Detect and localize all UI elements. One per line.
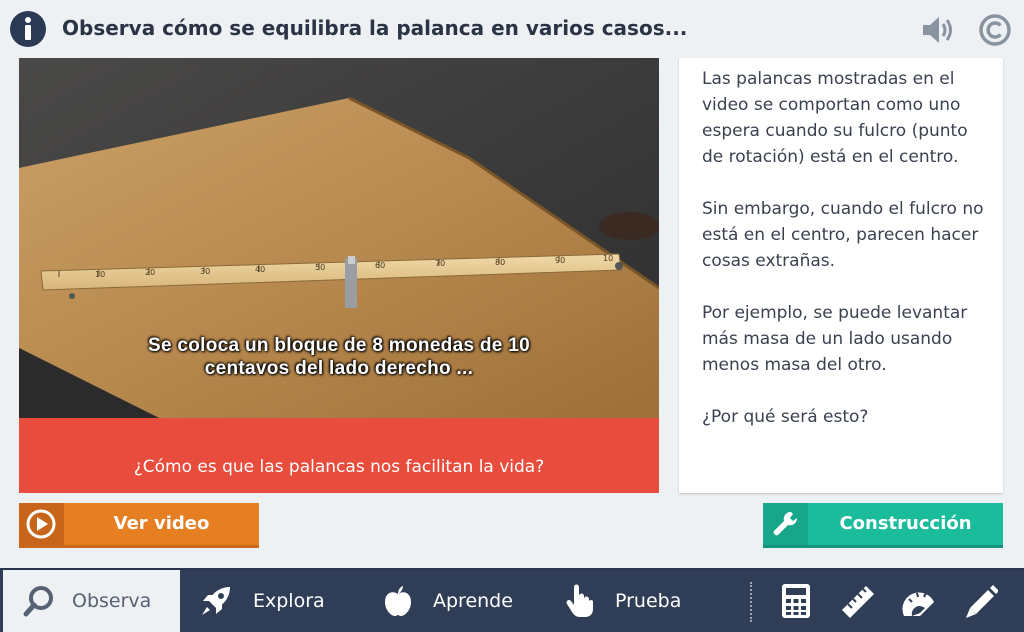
question-text: ¿Cómo es que las palancas nos facilitan … bbox=[133, 457, 545, 477]
play-icon bbox=[19, 503, 64, 545]
svg-text:90: 90 bbox=[555, 256, 565, 265]
paragraph: ¿Por qué será esto? bbox=[702, 407, 869, 427]
nav-label: Aprende bbox=[433, 590, 513, 612]
ruler-icon[interactable] bbox=[840, 582, 876, 620]
svg-text:10: 10 bbox=[603, 254, 613, 263]
paragraph: Las palancas mostradas en el video se co… bbox=[702, 69, 968, 167]
watch-video-label: Ver video bbox=[113, 513, 210, 534]
svg-text:20: 20 bbox=[145, 268, 155, 277]
nav-tab-aprende[interactable]: Aprende bbox=[372, 570, 532, 632]
question-banner: ¿Cómo es que las palancas nos facilitan … bbox=[19, 418, 659, 493]
subtitle-line: Se coloca un bloque de 8 monedas de 10 bbox=[147, 335, 530, 356]
protractor-icon[interactable] bbox=[900, 582, 936, 620]
nav-label: Observa bbox=[72, 590, 152, 612]
speaker-icon[interactable] bbox=[920, 14, 956, 46]
video-player[interactable]: 10 20 30 40 50 60 70 80 90 10 Se coloca … bbox=[19, 58, 659, 418]
nav-label: Explora bbox=[253, 590, 325, 612]
svg-text:10: 10 bbox=[95, 270, 105, 279]
copyright-icon[interactable] bbox=[978, 13, 1012, 47]
svg-text:40: 40 bbox=[255, 265, 265, 274]
subtitle-line: centavos del lado derecho ... bbox=[204, 358, 474, 379]
construction-label: Construcción bbox=[839, 513, 972, 534]
svg-text:50: 50 bbox=[315, 263, 325, 272]
rocket-icon bbox=[198, 583, 234, 619]
nav-tab-prueba[interactable]: Prueba bbox=[556, 570, 706, 632]
watch-video-button[interactable]: Ver video bbox=[19, 503, 259, 548]
page-title: Observa cómo se equilibra la palanca en … bbox=[62, 16, 688, 40]
wrench-icon bbox=[763, 503, 808, 545]
construction-button[interactable]: Construcción bbox=[763, 503, 1003, 548]
paragraph: Sin embargo, cuando el fulcro no está en… bbox=[702, 199, 984, 271]
pencil-icon[interactable] bbox=[962, 582, 999, 620]
info-icon[interactable] bbox=[10, 11, 46, 47]
paragraph: Por ejemplo, se puede levantar más masa … bbox=[702, 303, 968, 375]
calculator-icon[interactable] bbox=[778, 582, 814, 620]
svg-text:30: 30 bbox=[200, 267, 210, 276]
nav-label: Prueba bbox=[615, 590, 682, 612]
svg-text:60: 60 bbox=[375, 261, 385, 270]
video-subtitle: Se coloca un bloque de 8 monedas de 10 c… bbox=[19, 334, 659, 380]
hand-pointer-icon bbox=[562, 583, 598, 619]
nav-tab-observa[interactable]: Observa bbox=[3, 570, 180, 632]
explanation-panel: Las palancas mostradas en el video se co… bbox=[679, 58, 1003, 493]
nav-divider bbox=[750, 582, 752, 622]
nav-tab-explora[interactable]: Explora bbox=[190, 570, 340, 632]
svg-text:70: 70 bbox=[435, 259, 445, 268]
magnifier-icon bbox=[21, 583, 57, 619]
apple-icon bbox=[380, 583, 416, 619]
header-bar: Observa cómo se equilibra la palanca en … bbox=[0, 0, 1024, 58]
bottom-nav: Observa Explora Aprende Prueba bbox=[0, 568, 1024, 632]
svg-text:80: 80 bbox=[495, 258, 505, 267]
